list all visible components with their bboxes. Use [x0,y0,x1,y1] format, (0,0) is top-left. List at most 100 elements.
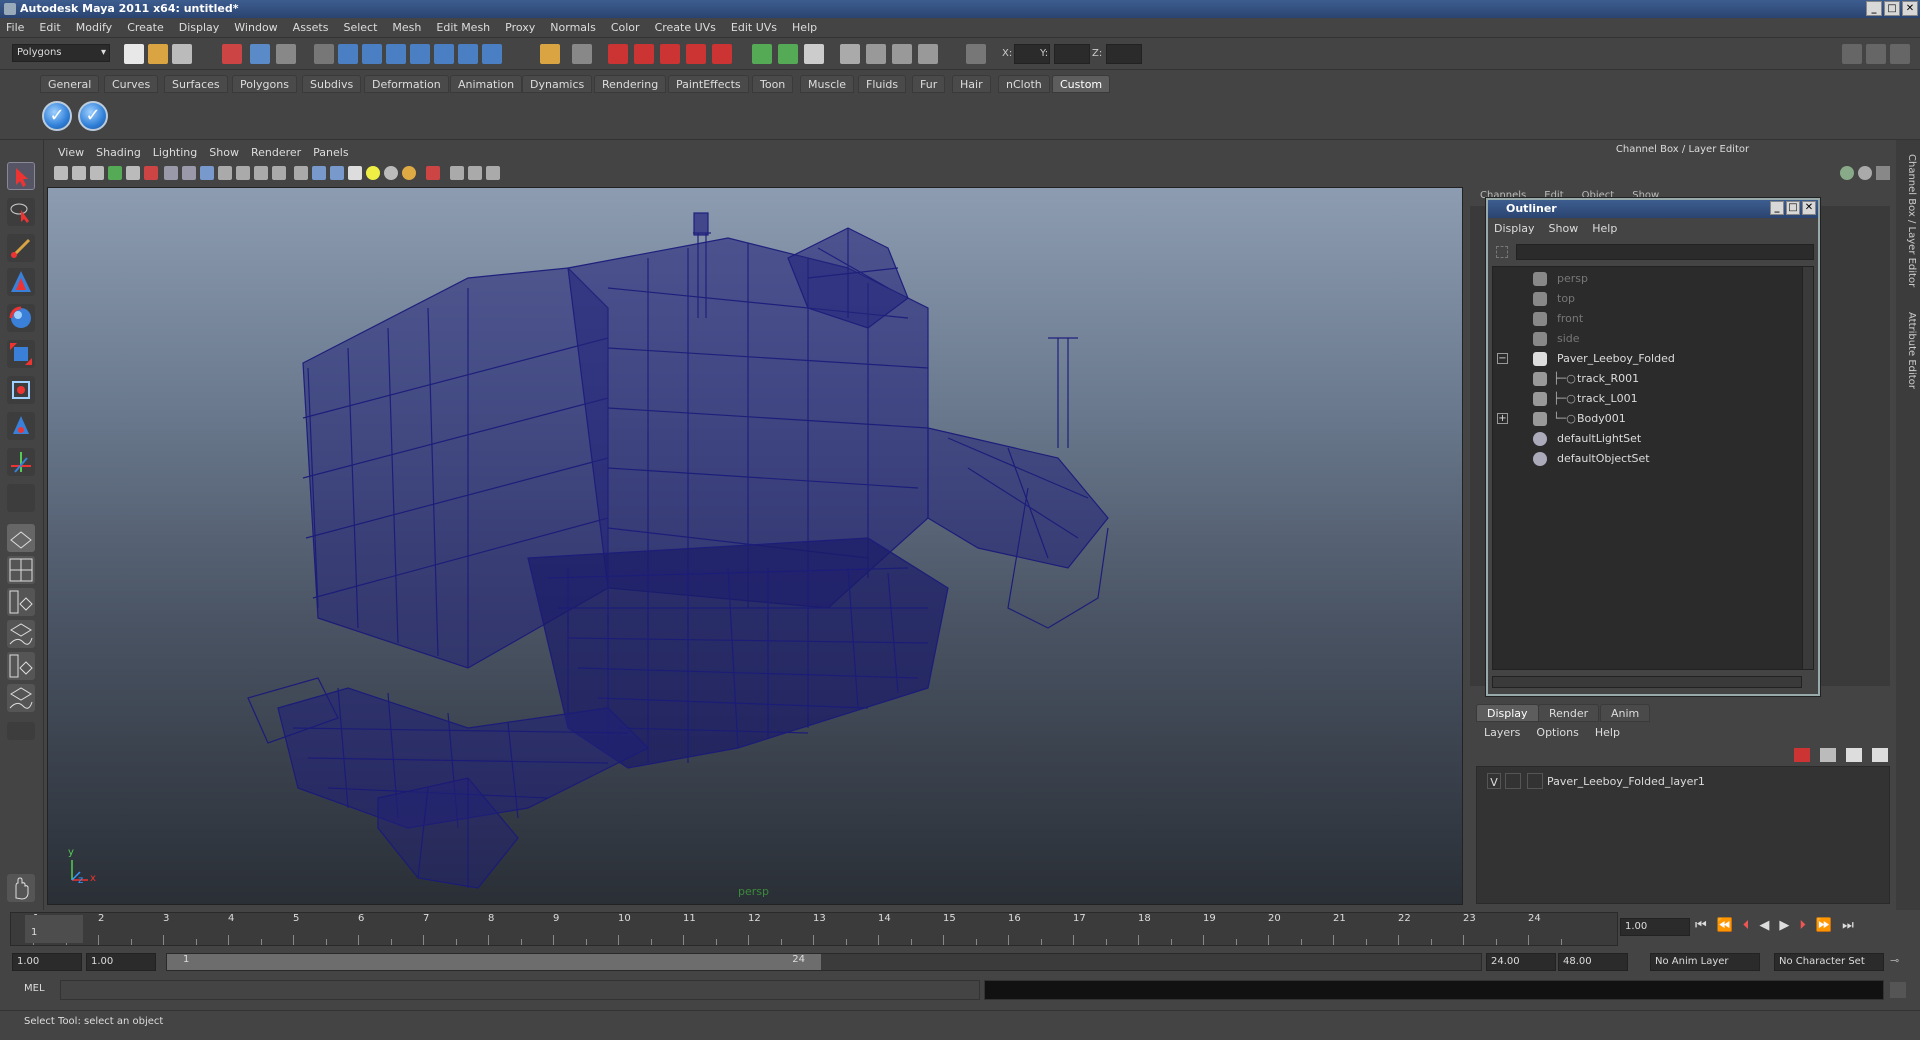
menu-help[interactable]: Help [792,21,817,34]
outliner-maximize-button[interactable]: □ [1786,201,1800,215]
empty-layer-icon[interactable] [1846,748,1862,762]
minimize-button[interactable]: _ [1866,1,1882,16]
outliner-close-button[interactable]: ✕ [1802,201,1816,215]
layer-type-toggle[interactable] [1505,773,1521,789]
step-back-frame-icon[interactable]: ⏴ [1743,918,1750,938]
outliner-item-default-object-set[interactable]: defaultObjectSet [1493,449,1803,469]
layer-tab-display[interactable]: Display [1476,704,1539,722]
menu-normals[interactable]: Normals [550,21,596,34]
select-object-icon[interactable] [250,44,270,64]
outliner-persp-layout-icon[interactable] [7,588,35,616]
render-settings-icon[interactable] [686,44,706,64]
go-to-start-icon[interactable]: ⏮ [1695,918,1707,938]
xray-joints-icon[interactable] [468,166,482,180]
shelf-tab-painteffects[interactable]: PaintEffects [668,75,749,93]
transform-field-icon[interactable] [966,44,986,64]
close-button[interactable]: ✕ [1902,1,1918,16]
shelf-tab-animation[interactable]: Animation [450,75,523,93]
open-scene-icon[interactable] [148,44,168,64]
snap-curve-icon[interactable] [362,44,382,64]
hypershade-persp-layout-icon[interactable] [7,652,35,680]
wireframe-icon[interactable] [294,166,308,180]
viewport-menu-renderer[interactable]: Renderer [251,146,301,162]
hypershade-icon[interactable] [712,44,732,64]
all-lights-icon[interactable] [384,166,398,180]
lock-icon[interactable] [540,44,560,64]
new-scene-icon[interactable] [124,44,144,64]
layout-icon[interactable] [866,44,886,64]
shelf-tab-general[interactable]: General [40,75,100,93]
image-plane-icon[interactable] [108,166,122,180]
play-backwards-icon[interactable]: ◀ [1759,918,1769,938]
camera-attributes-icon[interactable] [72,166,86,180]
panel-layout-icon[interactable] [1842,44,1862,64]
step-back-key-icon[interactable]: ⏪ [1717,918,1733,938]
y-field[interactable] [1054,44,1090,64]
side-tab-attribute-editor[interactable]: Attribute Editor [1899,312,1917,389]
xray-icon[interactable] [450,166,464,180]
maximize-button[interactable]: □ [1884,1,1900,16]
custom-checkmark-button-2[interactable]: ✓ [78,101,108,131]
collapse-toggle-icon[interactable]: − [1497,353,1508,364]
expand-toggle-icon[interactable]: + [1497,413,1508,424]
textured-icon[interactable] [348,166,362,180]
layer-menu-help[interactable]: Help [1595,726,1620,739]
shelf-tab-toon[interactable]: Toon [752,75,794,93]
channel-box-icon-3[interactable] [1876,166,1890,180]
render-frame-icon[interactable] [634,44,654,64]
mel-label[interactable]: MEL [24,983,45,994]
viewport-menu-lighting[interactable]: Lighting [153,146,197,162]
menu-edit-uvs[interactable]: Edit UVs [731,21,777,34]
ipr-render-icon[interactable] [660,44,680,64]
outliner-minimize-button[interactable]: _ [1770,201,1784,215]
persp-graph-layout-icon[interactable] [7,620,35,648]
snap-view-icon[interactable] [458,44,478,64]
script-icon[interactable] [804,44,824,64]
range-slider[interactable]: 1 24 [166,953,1482,971]
menu-display[interactable]: Display [179,21,220,34]
save-scene-icon[interactable] [172,44,192,64]
menu-edit[interactable]: Edit [39,21,60,34]
menu-select[interactable]: Select [343,21,377,34]
outliner-horizontal-scrollbar[interactable] [1492,676,1802,688]
shelf-tab-fluids[interactable]: Fluids [858,75,907,93]
safe-title-icon[interactable] [272,166,286,180]
shelf-tab-subdivs[interactable]: Subdivs [302,75,362,93]
isolate-select-icon[interactable] [426,166,440,180]
default-light-icon[interactable] [366,166,380,180]
wireframe-on-shaded-icon[interactable] [330,166,344,180]
persp-outliner-graph-layout-icon[interactable] [7,684,35,712]
z-field[interactable] [1106,44,1142,64]
safe-action-icon[interactable] [254,166,268,180]
outliner-item-track-r001[interactable]: ├─○ track_R001 [1493,369,1803,389]
outliner-menu-display[interactable]: Display [1494,222,1535,235]
layer-color-swatch[interactable] [1527,773,1543,789]
menu-color[interactable]: Color [611,21,640,34]
outliner-item-paver-leeboy-folded[interactable]: − Paver_Leeboy_Folded [1493,349,1803,369]
animation-end-field[interactable]: 48.00 [1558,953,1628,971]
xray-components-icon[interactable] [486,166,500,180]
soft-modification-icon[interactable] [7,412,35,440]
tool-settings-icon[interactable] [892,44,912,64]
select-hierarchy-icon[interactable] [222,44,242,64]
layer-menu-options[interactable]: Options [1536,726,1578,739]
shelf-tab-hair[interactable]: Hair [952,75,991,93]
scale-tool-icon[interactable] [7,340,35,368]
outliner-menu-show[interactable]: Show [1549,222,1579,235]
shelf-tab-deformation[interactable]: Deformation [364,75,449,93]
universal-manipulator-icon[interactable] [7,376,35,404]
command-input[interactable] [60,980,980,1000]
current-frame-field[interactable]: 1.00 [1620,918,1690,936]
channel-box-toggle-icon[interactable] [1866,44,1886,64]
shadows-icon[interactable] [402,166,416,180]
animation-start-field[interactable]: 1.00 [12,953,82,971]
new-layer-icon[interactable] [1794,748,1810,762]
display-icon[interactable] [840,44,860,64]
layer-tab-anim[interactable]: Anim [1600,704,1651,722]
toolbox-collapse-icon[interactable] [7,722,35,740]
outliner-item-persp[interactable]: persp [1493,269,1803,289]
grease-pencil-icon[interactable] [144,166,158,180]
outliner-item-default-light-set[interactable]: defaultLightSet [1493,429,1803,449]
menu-create[interactable]: Create [127,21,164,34]
shelf-tab-custom[interactable]: Custom [1052,75,1111,93]
